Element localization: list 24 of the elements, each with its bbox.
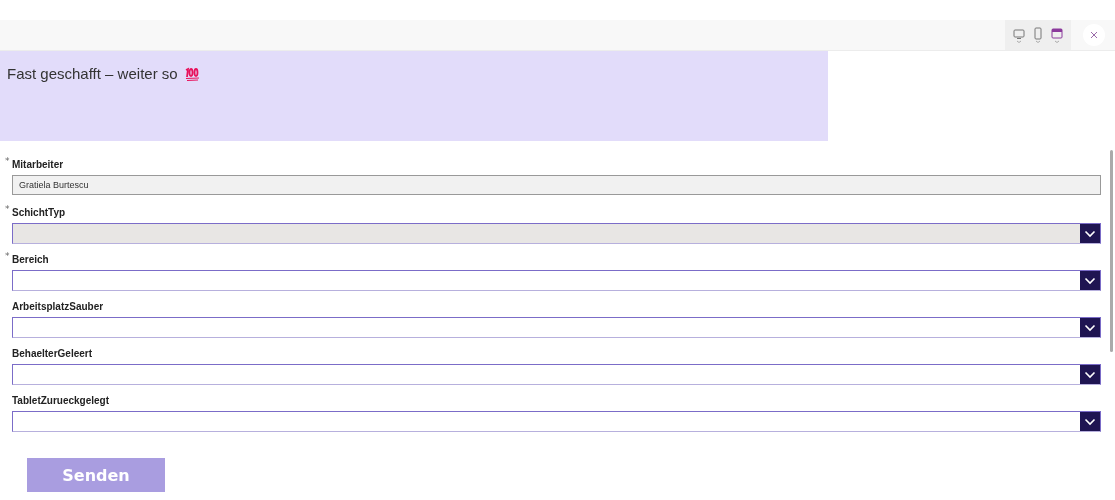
required-mark: *	[5, 204, 10, 214]
required-mark: *	[5, 156, 10, 166]
close-button[interactable]	[1083, 24, 1105, 46]
chevron-icon	[1080, 318, 1100, 337]
dropdown-field[interactable]	[12, 317, 1101, 338]
close-icon	[1089, 30, 1099, 40]
field-label: ArbeitsplatzSauber	[12, 300, 104, 312]
chevron-icon	[1080, 224, 1100, 243]
required-mark: *	[5, 251, 10, 261]
field-label: Mitarbeiter	[12, 158, 64, 170]
tablet-view-button[interactable]	[1051, 27, 1063, 43]
chevron-icon	[1080, 271, 1100, 290]
chevron-icon	[1080, 365, 1100, 384]
dropdown-field[interactable]	[12, 270, 1101, 291]
field-label: BehaelterGeleert	[12, 347, 93, 359]
monitor-view-button[interactable]	[1013, 27, 1025, 43]
chevron-icon	[1080, 412, 1100, 431]
banner-title: Fast geschafft – weiter so	[7, 65, 178, 82]
field-label: SchichtTyp	[12, 206, 66, 218]
hundred-points-icon	[183, 65, 202, 82]
dropdown-field[interactable]	[12, 364, 1101, 385]
dropdown-field[interactable]	[12, 411, 1101, 432]
field-label: Bereich	[12, 253, 49, 265]
field-label: TabletZurueckgelegt	[12, 394, 110, 406]
